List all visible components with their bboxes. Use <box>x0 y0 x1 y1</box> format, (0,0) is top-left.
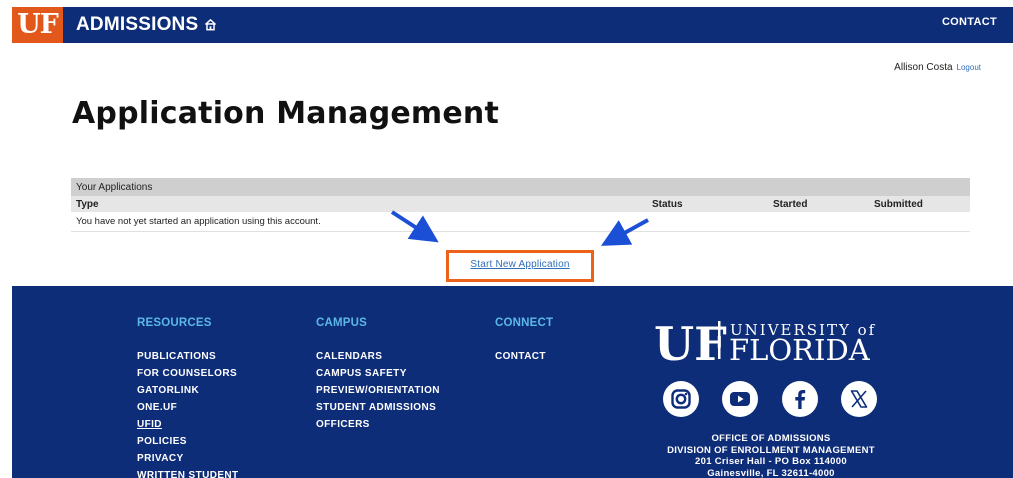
uf-logo[interactable]: UF <box>12 7 63 43</box>
page: UF ADMISSIONS CONTACT Allison Costa Logou… <box>0 0 1013 478</box>
footer-campus-title: CAMPUS <box>316 317 368 329</box>
office-address: OFFICE OF ADMISSIONS DIVISION OF ENROLLM… <box>642 433 900 478</box>
footer-resources-title: RESOURCES <box>137 317 212 329</box>
footer-link-ufid[interactable]: UFID <box>137 416 239 433</box>
contact-link[interactable]: CONTACT <box>942 7 997 43</box>
page-title: Application Management <box>72 96 500 131</box>
footer-link-one-uf[interactable]: ONE.UF <box>137 399 239 416</box>
footer-connect-title: CONNECT <box>495 317 554 329</box>
footer-link-privacy[interactable]: PRIVACY <box>137 450 239 467</box>
wordmark-uf: UF <box>654 317 727 364</box>
user-info: Allison Costa Logout <box>894 62 981 73</box>
instagram-icon[interactable] <box>663 381 699 417</box>
column-header-status: Status <box>652 198 683 210</box>
user-name: Allison Costa <box>894 62 953 73</box>
facebook-icon[interactable] <box>782 381 818 417</box>
table-caption: Your Applications <box>76 181 153 193</box>
footer-link-written-student[interactable]: WRITTEN STUDENT <box>137 467 239 478</box>
office-line-4: Gainesville, FL 32611-4000 <box>707 467 835 478</box>
right-arrow-icon <box>600 218 649 246</box>
footer-connect-list: CONTACT <box>495 348 546 365</box>
wordmark-florida: FLORIDA <box>729 333 871 364</box>
university-of-florida-wordmark[interactable]: UF UNIVERSITY of FLORIDA <box>654 316 894 364</box>
footer-link-officers[interactable]: OFFICERS <box>316 416 440 433</box>
office-line-3: 201 Criser Hall - PO Box 114000 <box>695 456 847 468</box>
footer-campus-list: CALENDARS CAMPUS SAFETY PREVIEW/ORIENTAT… <box>316 348 440 433</box>
footer-link-student-admissions[interactable]: STUDENT ADMISSIONS <box>316 399 440 416</box>
footer: RESOURCES PUBLICATIONS FOR COUNSELORS GA… <box>12 286 1013 478</box>
annotation-arrows <box>390 210 649 246</box>
top-nav-bar: UF ADMISSIONS CONTACT <box>12 7 1013 43</box>
youtube-icon[interactable] <box>722 381 758 417</box>
footer-link-contact[interactable]: CONTACT <box>495 348 546 365</box>
footer-link-calendars[interactable]: CALENDARS <box>316 348 440 365</box>
table-caption-row: Your Applications <box>71 178 970 196</box>
footer-resources-list: PUBLICATIONS FOR COUNSELORS GATORLINK ON… <box>137 348 239 478</box>
column-header-submitted: Submitted <box>874 198 923 210</box>
office-line-1: OFFICE OF ADMISSIONS <box>711 433 831 444</box>
footer-link-ufid-label: UFID <box>137 419 162 430</box>
footer-link-campus-safety[interactable]: CAMPUS SAFETY <box>316 365 440 382</box>
office-line-2: DIVISION OF ENROLLMENT MANAGEMENT <box>667 444 875 456</box>
left-arrow-icon <box>390 210 439 243</box>
footer-link-policies[interactable]: POLICIES <box>137 433 239 450</box>
x-icon[interactable] <box>841 381 877 417</box>
footer-link-for-counselors[interactable]: FOR COUNSELORS <box>137 365 239 382</box>
footer-link-gatorlink[interactable]: GATORLINK <box>137 382 239 399</box>
site-title[interactable]: ADMISSIONS <box>76 7 198 43</box>
start-new-application-link[interactable]: Start New Application <box>470 259 569 270</box>
footer-link-publications[interactable]: PUBLICATIONS <box>137 348 239 365</box>
column-header-started: Started <box>773 198 808 210</box>
start-new-application-highlight: Start New Application <box>446 250 594 282</box>
home-icon[interactable] <box>204 18 217 31</box>
logout-link[interactable]: Logout <box>957 63 981 72</box>
footer-link-preview-orientation[interactable]: PREVIEW/ORIENTATION <box>316 382 440 399</box>
